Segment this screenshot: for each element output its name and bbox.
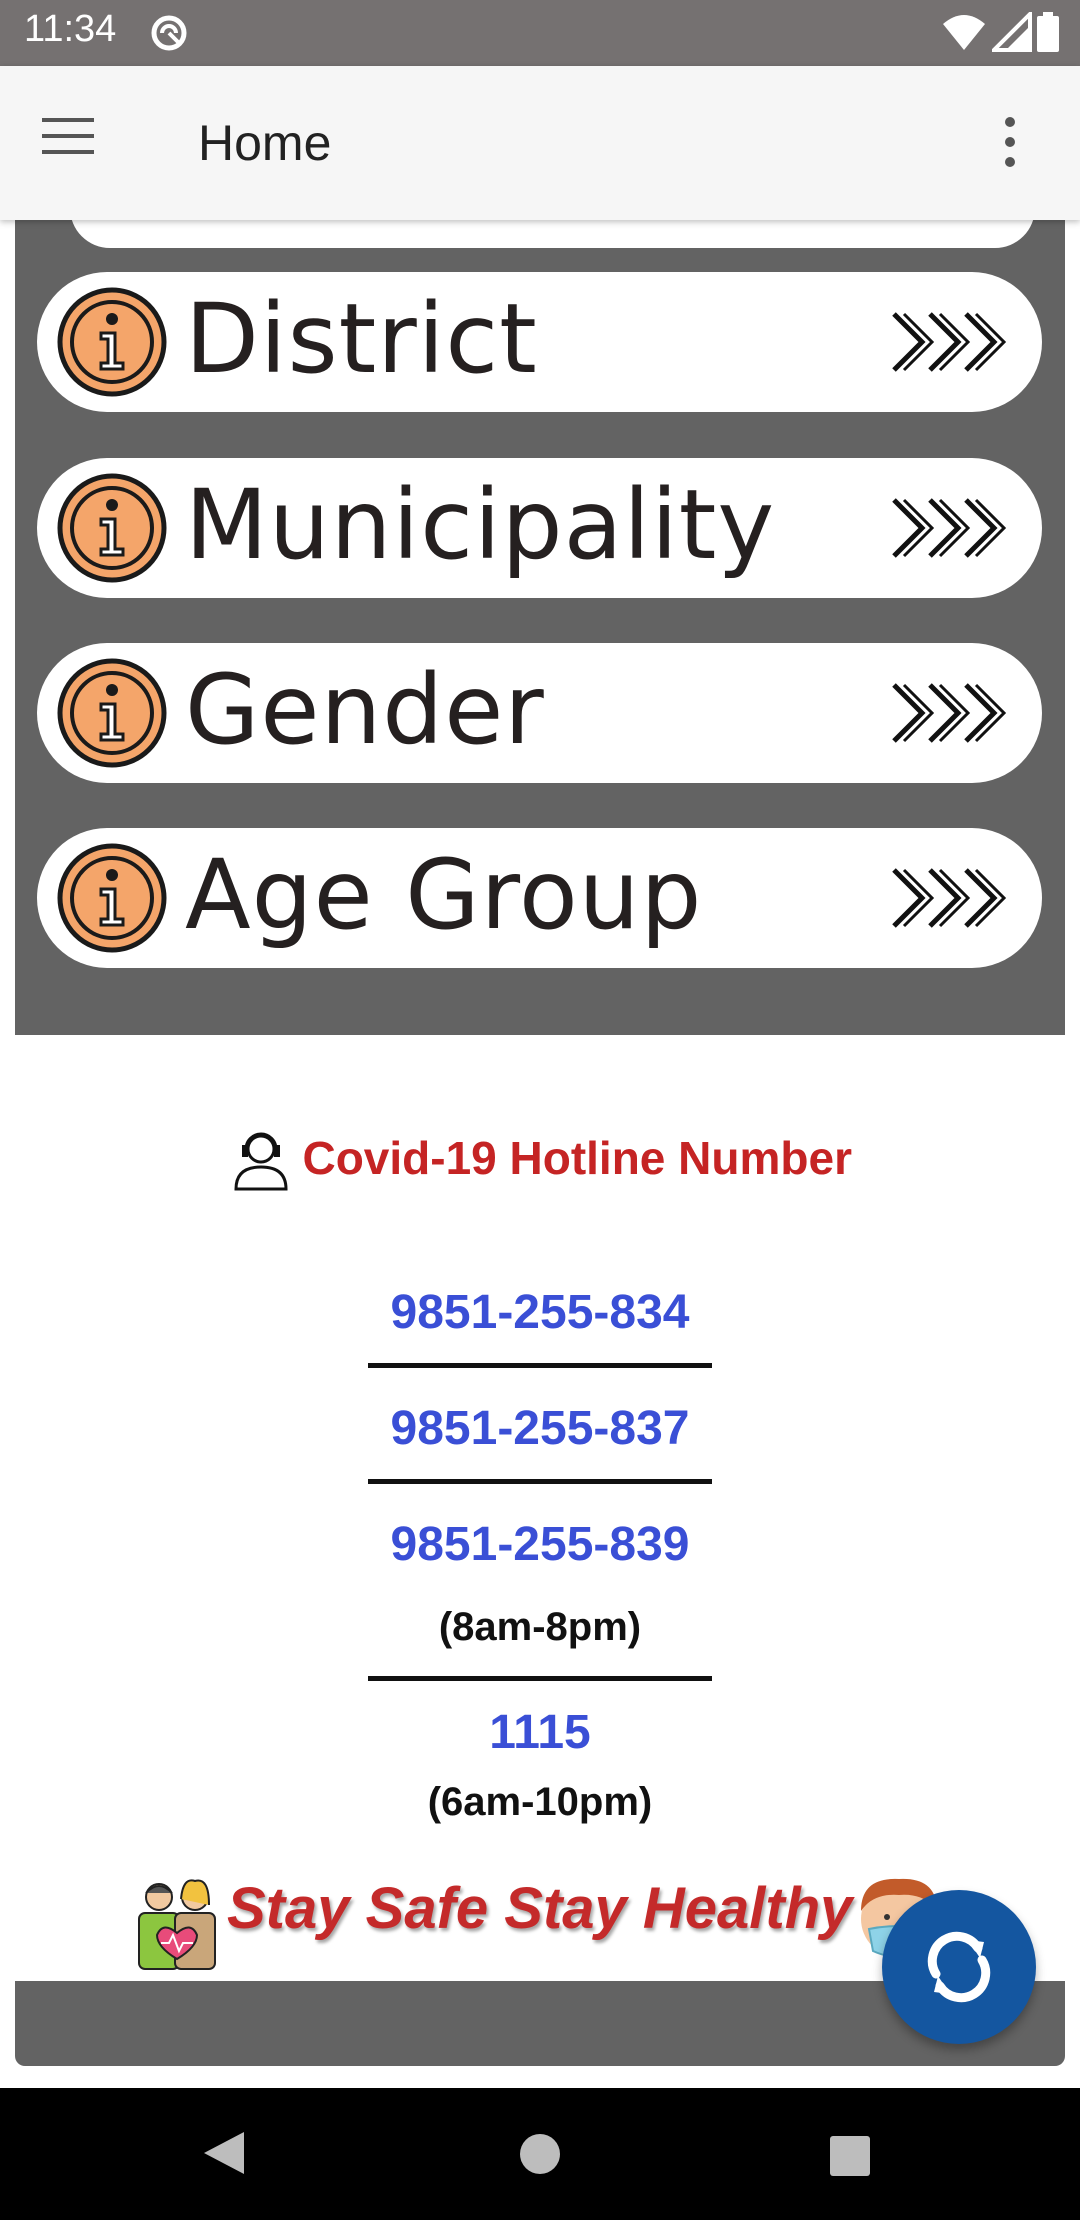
refresh-button[interactable]	[882, 1890, 1036, 2044]
support-agent-icon	[234, 1132, 288, 1191]
app-bar: Home	[0, 66, 1080, 220]
main-content: District Municipality Gender Age Group C…	[0, 180, 1080, 2088]
info-icon	[57, 473, 167, 583]
nav-label-district: District	[185, 283, 538, 395]
nav-item-age-group[interactable]: Age Group	[37, 828, 1042, 968]
page-title: Home	[198, 115, 332, 171]
more-vert-icon	[1005, 117, 1015, 167]
nav-label-gender: Gender	[185, 654, 545, 766]
nav-item-municipality[interactable]: Municipality	[37, 458, 1042, 598]
status-bar: 11:34	[0, 0, 1080, 66]
app-notification-icon	[151, 15, 187, 51]
family-health-icon	[138, 1879, 216, 1970]
back-icon[interactable]	[200, 2128, 248, 2178]
hours-label-2: (6am-10pm)	[427, 1780, 653, 1824]
status-icons	[941, 9, 1060, 57]
info-icon	[57, 843, 167, 953]
overflow-menu-button[interactable]	[1000, 116, 1040, 176]
home-icon[interactable]	[518, 2132, 562, 2176]
phone-number-2[interactable]: 9851-255-837	[15, 1401, 1065, 1456]
wifi-icon	[943, 15, 986, 50]
hours-label-1: (8am-8pm)	[438, 1605, 642, 1649]
triple-chevron-icon	[892, 312, 1007, 372]
system-nav-bar	[0, 2088, 1080, 2220]
hotline-title: Covid-19 Hotline Number	[302, 1132, 852, 1184]
hotline-header: Covid-19 Hotline Number	[15, 1125, 1065, 1191]
info-icon	[57, 287, 167, 397]
battery-icon	[1037, 12, 1059, 52]
triple-chevron-icon	[892, 498, 1007, 558]
divider	[368, 1363, 712, 1368]
menu-button[interactable]	[40, 116, 100, 166]
phone-number-1[interactable]: 9851-255-834	[15, 1285, 1065, 1340]
nav-item-gender[interactable]: Gender	[37, 643, 1042, 783]
slogan-text: Stay Safe Stay Healthy	[227, 1876, 853, 1941]
signal-icon	[988, 9, 1032, 52]
phone-number-3[interactable]: 9851-255-839	[15, 1517, 1065, 1572]
nav-item-district[interactable]: District	[37, 272, 1042, 412]
phone-number-4[interactable]: 1115	[15, 1705, 1065, 1760]
divider	[368, 1479, 712, 1484]
hamburger-icon	[42, 118, 94, 154]
nav-label-age-group: Age Group	[185, 839, 703, 951]
stats-card-area: District Municipality Gender Age Group	[15, 180, 1065, 1035]
refresh-icon	[927, 1931, 991, 2003]
status-time: 11:34	[24, 8, 117, 50]
divider	[368, 1676, 712, 1681]
triple-chevron-icon	[892, 683, 1007, 743]
nav-label-municipality: Municipality	[185, 469, 776, 581]
recents-icon[interactable]	[828, 2134, 872, 2178]
hotline-section: Covid-19 Hotline Number 9851-255-834 985…	[15, 1035, 1065, 1981]
triple-chevron-icon	[892, 868, 1007, 928]
info-icon	[57, 658, 167, 768]
